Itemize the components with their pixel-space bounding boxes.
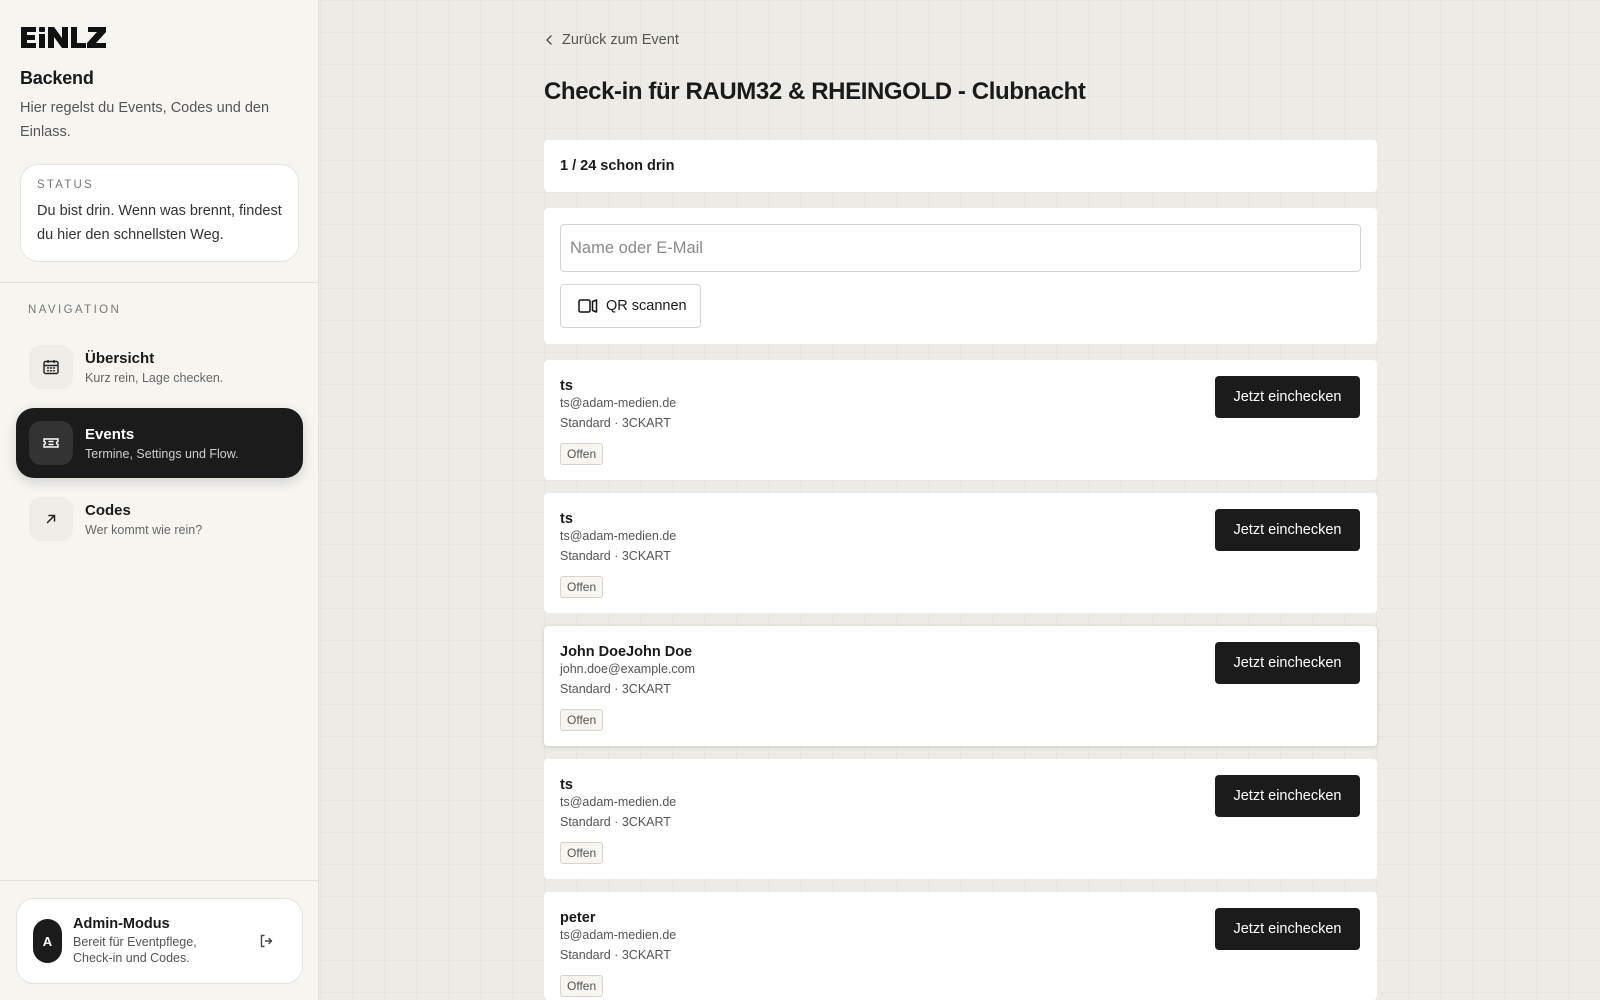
guest-name: John DoeJohn Doe xyxy=(560,644,693,660)
nav-label: NAVIGATION xyxy=(28,304,122,316)
avatar: A xyxy=(33,919,62,963)
back-link-label: Zurück zum Event xyxy=(562,32,679,48)
guest-name: ts xyxy=(560,378,573,394)
logout-button[interactable] xyxy=(254,929,278,953)
guest-email: ts@adam-medien.de xyxy=(560,396,677,410)
status-badge: Offen xyxy=(560,709,604,731)
page-title: Check-in für RAUM32 & RHEINGOLD - Clubna… xyxy=(544,78,1086,105)
admin-title: Admin-Modus xyxy=(73,916,170,932)
qr-scan-label: QR scannen xyxy=(606,298,687,314)
sidebar-item-title: Übersicht xyxy=(85,349,155,367)
guest-card: John DoeJohn Doe john.doe@example.com St… xyxy=(544,626,1377,746)
status-badge: Offen xyxy=(560,975,604,997)
status-badge: Offen xyxy=(560,443,604,465)
sidebar-item-events[interactable]: Events Termine, Settings und Flow. xyxy=(16,408,303,478)
guest-card: ts ts@adam-medien.de Standard · 3CKART O… xyxy=(544,493,1377,613)
arrow-up-right-icon xyxy=(29,497,73,541)
guest-name: peter xyxy=(560,910,596,926)
sidebar-item-title: Codes xyxy=(85,501,131,519)
guest-card: peter ts@adam-medien.de Standard · 3CKAR… xyxy=(544,892,1377,1000)
checkin-button[interactable]: Jetzt einchecken xyxy=(1215,775,1360,817)
admin-subtitle: Bereit für Eventpflege, Check-in und Cod… xyxy=(73,935,197,965)
checkin-button[interactable]: Jetzt einchecken xyxy=(1215,376,1360,418)
sidebar-item-subtitle: Wer kommt wie rein? xyxy=(85,522,203,537)
status-badge: Offen xyxy=(560,842,604,864)
guest-ticket-meta: Standard · 3CKART xyxy=(560,682,671,696)
status-label: STATUS xyxy=(37,179,94,191)
brand-title: Backend xyxy=(20,68,94,88)
sidebar-item-subtitle: Termine, Settings und Flow. xyxy=(85,446,239,461)
guest-card: ts ts@adam-medien.de Standard · 3CKART O… xyxy=(544,360,1377,480)
back-to-event-link[interactable]: Zurück zum Event xyxy=(544,32,679,48)
checkin-button[interactable]: Jetzt einchecken xyxy=(1215,642,1360,684)
status-text: Du bist drin. Wenn was brennt, findest d… xyxy=(37,203,282,243)
checkin-count: 1 / 24 schon drin xyxy=(544,140,1377,192)
search-card: QR scannen xyxy=(544,208,1377,344)
admin-card: A Admin-Modus Bereit für Eventpflege, Ch… xyxy=(16,898,303,984)
sidebar: Backend Hier regelst du Events, Codes un… xyxy=(0,0,319,1000)
checkin-button[interactable]: Jetzt einchecken xyxy=(1215,908,1360,950)
sidebar-item-title: Events xyxy=(85,425,135,443)
calendar-icon xyxy=(29,345,73,389)
einlz-logo xyxy=(21,27,106,48)
status-badge: Offen xyxy=(560,576,604,598)
qr-scan-button[interactable]: QR scannen xyxy=(560,284,701,328)
guest-email: ts@adam-medien.de xyxy=(560,928,677,942)
sidebar-divider xyxy=(0,282,319,283)
guest-ticket-meta: Standard · 3CKART xyxy=(560,549,671,563)
sidebar-item-codes[interactable]: Codes Wer kommt wie rein? xyxy=(16,484,303,554)
qr-scan-icon xyxy=(578,299,598,313)
guest-ticket-meta: Standard · 3CKART xyxy=(560,815,671,829)
search-input[interactable] xyxy=(560,224,1361,272)
guest-email: john.doe@example.com xyxy=(560,662,695,676)
ticket-icon xyxy=(29,421,73,465)
sidebar-item-uebersicht[interactable]: Übersicht Kurz rein, Lage checken. xyxy=(16,332,303,402)
logout-icon xyxy=(260,934,273,948)
guest-email: ts@adam-medien.de xyxy=(560,529,677,543)
checkin-button[interactable]: Jetzt einchecken xyxy=(1215,509,1360,551)
guest-card: ts ts@adam-medien.de Standard · 3CKART O… xyxy=(544,759,1377,879)
guest-ticket-meta: Standard · 3CKART xyxy=(560,416,671,430)
sidebar-divider xyxy=(0,880,319,881)
main-content: Zurück zum Event Check-in für RAUM32 & R… xyxy=(320,0,1600,1000)
status-card: STATUS Du bist drin. Wenn was brennt, fi… xyxy=(20,164,299,262)
guest-ticket-meta: Standard · 3CKART xyxy=(560,948,671,962)
chevron-left-icon xyxy=(546,35,552,45)
guest-name: ts xyxy=(560,511,573,527)
brand-description: Hier regelst du Events, Codes und den Ei… xyxy=(20,100,270,140)
guest-name: ts xyxy=(560,777,573,793)
sidebar-item-subtitle: Kurz rein, Lage checken. xyxy=(85,370,224,385)
guest-email: ts@adam-medien.de xyxy=(560,795,677,809)
